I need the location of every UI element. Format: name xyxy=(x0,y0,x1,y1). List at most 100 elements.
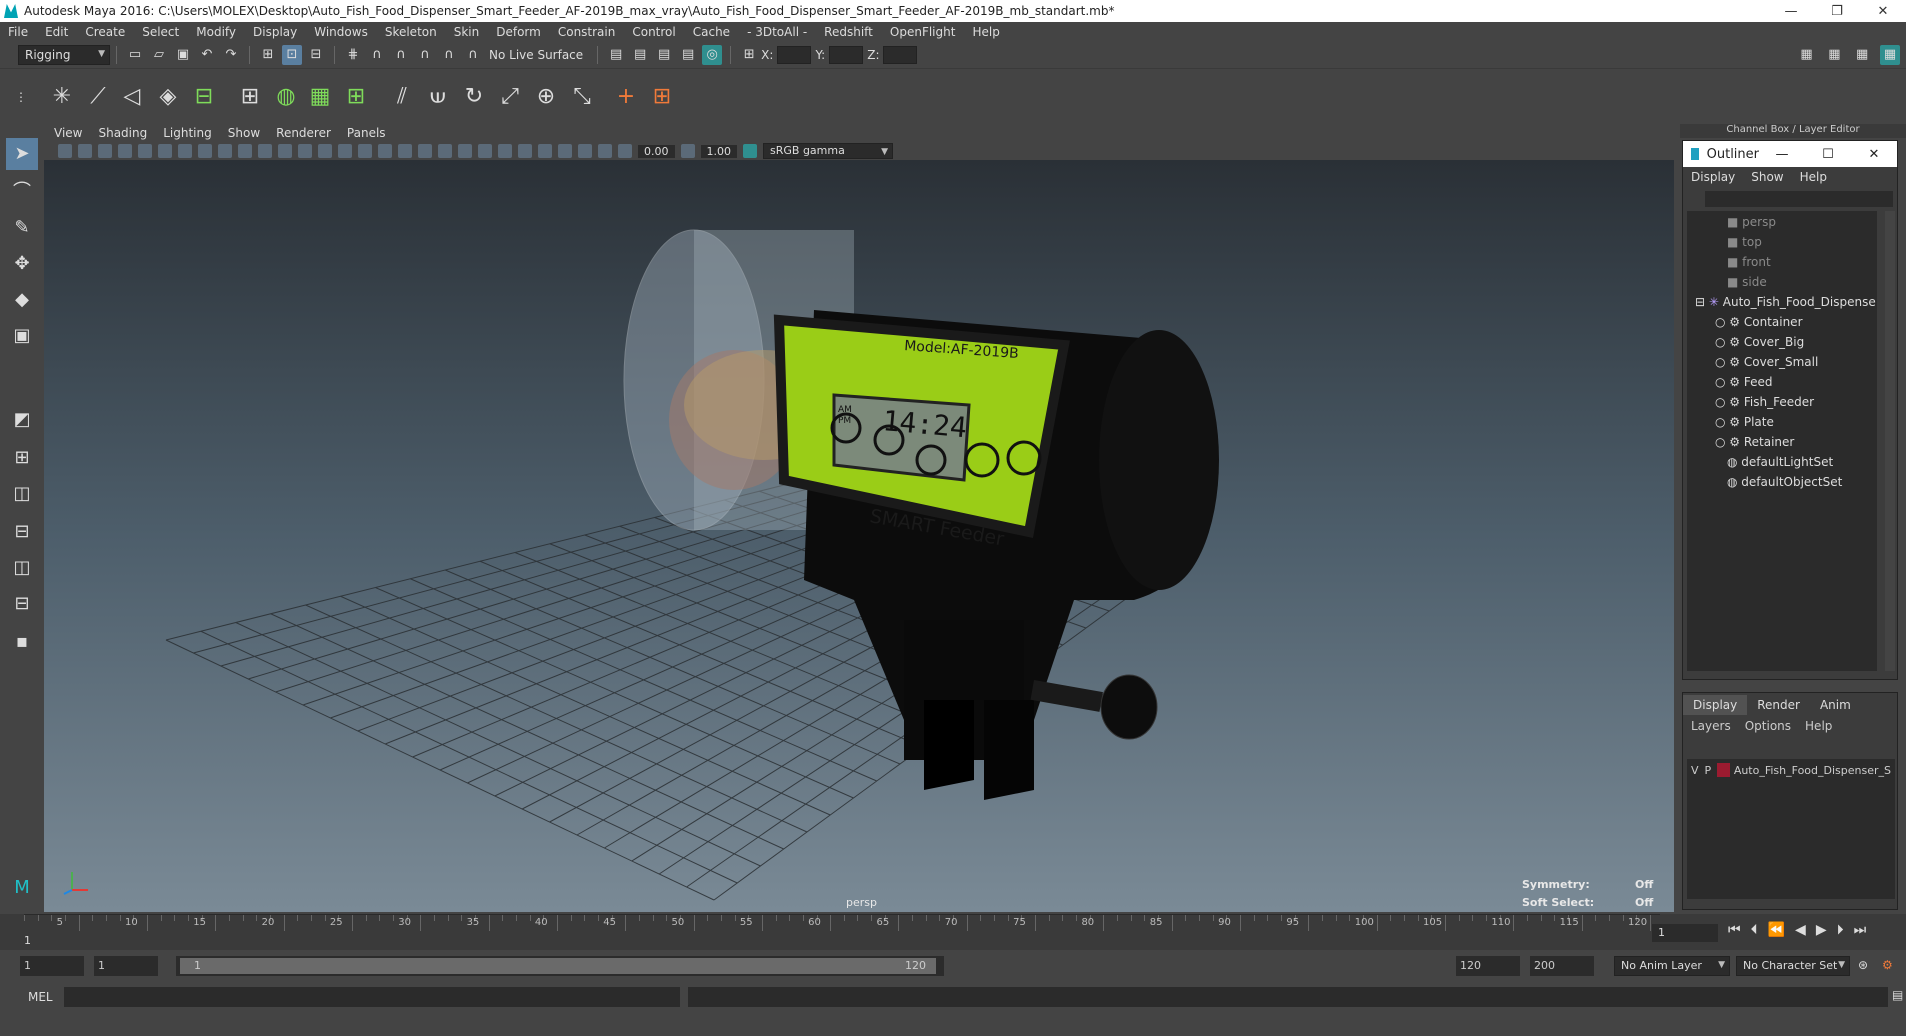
four-view-icon[interactable]: ⊞ xyxy=(6,442,38,474)
perspective-viewport[interactable]: Model:AF-2019B 14:24 AM PM SMART Feeder … xyxy=(44,160,1674,912)
gate-mask-icon[interactable] xyxy=(238,144,252,158)
2d-pan-icon[interactable] xyxy=(138,144,152,158)
redo-icon[interactable]: ↷ xyxy=(221,45,241,65)
time-slider[interactable]: 5 10 15 20 25 30 35 40 45 50 55 60 65 70 75 80 85 90 95 100… xyxy=(0,914,1906,950)
select-component-icon[interactable]: ⊟ xyxy=(306,45,326,65)
point-constraint-icon[interactable]: ⟒ xyxy=(420,79,456,115)
viewport-menu-panels[interactable]: Panels xyxy=(347,126,386,140)
color-space-dropdown[interactable]: sRGB gamma xyxy=(763,143,893,159)
xray-icon[interactable] xyxy=(558,144,572,158)
menu-constrain[interactable]: Constrain xyxy=(558,25,616,39)
tree-item-root[interactable]: ⊟ ✳ Auto_Fish_Food_Dispense xyxy=(1695,295,1876,309)
ik-spline-icon[interactable]: ◁ xyxy=(114,79,150,115)
film-gate-icon[interactable] xyxy=(198,144,212,158)
wireframe-on-shaded-icon[interactable] xyxy=(378,144,392,158)
select-object-icon[interactable]: ⊡ xyxy=(282,45,302,65)
outliner-search-input[interactable] xyxy=(1705,191,1893,207)
tree-item-feed[interactable]: ○ ⚙ Feed xyxy=(1715,375,1773,389)
tree-item-side[interactable]: ■ side xyxy=(1727,275,1767,289)
play-forward-icon[interactable]: ▶ xyxy=(1816,922,1837,938)
grease-pencil-icon[interactable] xyxy=(158,144,172,158)
y-input[interactable] xyxy=(829,46,864,64)
menu-modify[interactable]: Modify xyxy=(196,25,236,39)
snap-grid-icon[interactable]: ⋕ xyxy=(343,45,363,65)
transform-input-icon[interactable]: ⊞ xyxy=(739,45,759,65)
start-frame-field[interactable]: 1 xyxy=(20,956,84,976)
character-set-dropdown[interactable]: No Character Set xyxy=(1736,956,1850,976)
joint-tool-icon[interactable]: ✳ xyxy=(44,79,80,115)
grid-toggle-icon[interactable] xyxy=(178,144,192,158)
snap-point-icon[interactable]: ∩ xyxy=(391,45,411,65)
insert-joint-icon[interactable]: ◈ xyxy=(150,79,186,115)
menuset-dropdown[interactable]: Rigging xyxy=(18,45,110,65)
locator-icon[interactable]: + xyxy=(608,79,644,115)
textured-icon[interactable] xyxy=(398,144,412,158)
layer-visibility-toggle[interactable]: V xyxy=(1691,764,1699,777)
close-button[interactable]: ✕ xyxy=(1860,4,1906,19)
x-input[interactable] xyxy=(777,46,812,64)
move-tool-icon[interactable]: ✥ xyxy=(6,248,38,280)
current-frame-field[interactable]: 1 xyxy=(1652,924,1718,942)
viewport-menu-show[interactable]: Show xyxy=(228,126,260,140)
viewport-menu-shading[interactable]: Shading xyxy=(98,126,147,140)
tree-item-fish-feeder[interactable]: ○ ⚙ Fish_Feeder xyxy=(1715,395,1814,409)
use-default-material-icon[interactable] xyxy=(358,144,372,158)
color-management-icon[interactable] xyxy=(743,144,757,158)
viewport-menu-view[interactable]: View xyxy=(54,126,82,140)
render-frame-icon[interactable]: ▤ xyxy=(630,45,650,65)
outliner-menu-help[interactable]: Help xyxy=(1800,170,1827,184)
motion-blur-icon[interactable] xyxy=(478,144,492,158)
wireframe-icon[interactable] xyxy=(318,144,332,158)
end-frame-field[interactable]: 200 xyxy=(1530,956,1594,976)
snap-curve-icon[interactable]: ∩ xyxy=(367,45,387,65)
tab-display[interactable]: Display xyxy=(1683,695,1748,715)
tree-item-cover-small[interactable]: ○ ⚙ Cover_Small xyxy=(1715,355,1818,369)
bind-skin-icon[interactable]: ⊞ xyxy=(232,79,268,115)
menu-display[interactable]: Display xyxy=(253,25,297,39)
paint-select-icon[interactable]: ✎ xyxy=(6,212,38,244)
minimize-button[interactable]: — xyxy=(1768,4,1814,19)
play-backward-icon[interactable]: ◀ xyxy=(1795,922,1816,938)
layer-color-swatch[interactable] xyxy=(1717,763,1730,777)
render-view-icon[interactable]: ▤ xyxy=(606,45,626,65)
attribute-editor-icon[interactable]: ▦ xyxy=(1824,45,1844,65)
anim-layer-dropdown[interactable]: No Anim Layer xyxy=(1614,956,1730,976)
range-slider[interactable]: 1 120 xyxy=(176,956,944,976)
range-slider-handle[interactable] xyxy=(180,958,936,974)
tree-item-cover-big[interactable]: ○ ⚙ Cover_Big xyxy=(1715,335,1804,349)
safe-action-icon[interactable] xyxy=(278,144,292,158)
command-input[interactable] xyxy=(64,987,680,1007)
layer-name[interactable]: Auto_Fish_Food_Dispenser_S xyxy=(1734,764,1891,777)
menu-edit[interactable]: Edit xyxy=(45,25,68,39)
parent-constraint-icon[interactable]: ⫽ xyxy=(384,79,420,115)
depth-of-field-icon[interactable] xyxy=(518,144,532,158)
modeling-toolkit-icon[interactable]: ▦ xyxy=(1797,45,1817,65)
anim-prefs-icon[interactable]: ⚙ xyxy=(1882,958,1893,972)
script-editor-icon[interactable]: ▤ xyxy=(1892,988,1903,1002)
ipr-render-icon[interactable]: ▤ xyxy=(654,45,674,65)
menu-openflight[interactable]: OpenFlight xyxy=(890,25,956,39)
playback-end-field[interactable]: 120 xyxy=(1456,956,1520,976)
rotate-tool-icon[interactable]: ◆ xyxy=(6,284,38,316)
tree-item-plate[interactable]: ○ ⚙ Plate xyxy=(1715,415,1774,429)
snap-live-icon[interactable]: ∩ xyxy=(463,45,483,65)
use-all-lights-icon[interactable] xyxy=(418,144,432,158)
tab-anim[interactable]: Anim xyxy=(1809,695,1861,715)
snap-view-icon[interactable]: ∩ xyxy=(415,45,435,65)
collapse-icon[interactable]: ⊟ xyxy=(1695,295,1705,309)
persp-graph-icon[interactable]: ◫ xyxy=(6,552,38,584)
xray-active-icon[interactable] xyxy=(578,144,592,158)
persp-hypershade-icon[interactable]: ⊟ xyxy=(6,588,38,620)
step-back-key-icon[interactable]: ⏪ xyxy=(1768,922,1795,938)
layer-menu-options[interactable]: Options xyxy=(1745,719,1791,733)
lasso-tool-icon[interactable]: ⌒ xyxy=(6,176,38,208)
layer-menu-layers[interactable]: Layers xyxy=(1691,719,1731,733)
ik-handle-icon[interactable]: ⟋ xyxy=(80,79,116,115)
gamma-icon[interactable] xyxy=(680,144,695,158)
hypershade-icon[interactable]: ◎ xyxy=(702,45,723,65)
isolate-select-icon[interactable] xyxy=(538,144,552,158)
camera-attributes-icon[interactable] xyxy=(78,144,92,158)
select-hierarchy-icon[interactable]: ⊞ xyxy=(258,45,278,65)
single-view-icon[interactable]: ◩ xyxy=(6,404,38,436)
new-scene-icon[interactable]: ▭ xyxy=(125,45,145,65)
